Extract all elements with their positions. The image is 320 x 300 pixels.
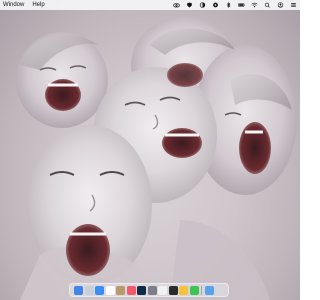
search-icon[interactable] <box>264 2 271 8</box>
dock-separator <box>201 285 202 295</box>
downloads-folder-icon[interactable] <box>204 285 214 295</box>
mail-icon[interactable] <box>95 285 104 295</box>
photos-icon[interactable] <box>179 285 188 295</box>
half-circle-icon[interactable] <box>199 2 206 8</box>
music-icon[interactable] <box>126 285 136 295</box>
user-icon[interactable] <box>277 2 284 8</box>
bluetooth-icon[interactable] <box>225 2 232 8</box>
menu-items: Window Help <box>3 2 45 8</box>
eye-icon[interactable] <box>212 2 219 8</box>
status-area <box>173 2 297 8</box>
camera-icon[interactable] <box>168 285 178 295</box>
shield-icon[interactable] <box>186 2 193 8</box>
desktop: Window Help <box>0 0 300 300</box>
menu-help[interactable]: Help <box>32 2 44 8</box>
launchpad-icon[interactable] <box>84 285 94 295</box>
battery-icon[interactable] <box>238 2 245 8</box>
photoshop-icon[interactable] <box>137 285 146 295</box>
messages-icon[interactable] <box>189 285 199 295</box>
wifi-icon[interactable] <box>251 2 258 8</box>
control-center-icon[interactable] <box>290 2 297 8</box>
textedit-icon[interactable] <box>158 285 167 295</box>
finder-icon[interactable] <box>74 285 83 295</box>
dock <box>69 283 229 297</box>
trash-icon[interactable] <box>215 285 224 295</box>
contacts-icon[interactable] <box>116 285 125 295</box>
calendar-icon[interactable] <box>105 285 115 295</box>
menu-window[interactable]: Window <box>3 2 24 8</box>
menu-bar: Window Help <box>0 0 300 10</box>
wallpaper-artwork <box>16 17 297 300</box>
creative-cloud-icon[interactable] <box>173 2 180 8</box>
system-settings-icon[interactable] <box>147 285 157 295</box>
